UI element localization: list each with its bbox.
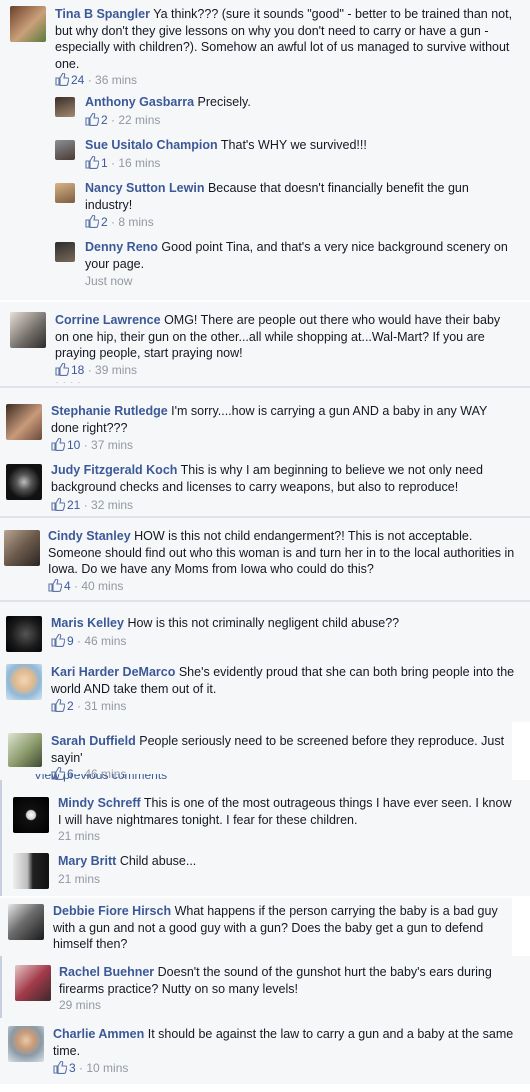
like-count[interactable]: 1 bbox=[101, 156, 108, 170]
comment-time[interactable]: 29 mins bbox=[59, 997, 101, 1013]
avatar[interactable] bbox=[6, 664, 42, 700]
commenter-name[interactable]: Charlie Ammen bbox=[53, 1027, 144, 1041]
comment-time[interactable]: 32 mins bbox=[91, 498, 133, 512]
comment-meta: 21 · 32 mins bbox=[51, 497, 133, 515]
like-count[interactable]: 18 bbox=[71, 363, 84, 377]
like-count[interactable]: 21 bbox=[67, 498, 80, 512]
comment-text: How is this not criminally negligent chi… bbox=[127, 616, 400, 630]
commenter-name[interactable]: Mary Britt bbox=[58, 854, 116, 868]
comment-meta: 2 · 22 mins bbox=[85, 112, 160, 130]
comment-meta: 1 · 16 mins bbox=[85, 155, 160, 173]
like-icon[interactable] bbox=[85, 214, 100, 232]
view-previous-comments-link[interactable]: View previous comments bbox=[34, 774, 194, 784]
like-icon[interactable] bbox=[85, 112, 100, 130]
like-count[interactable]: 9 bbox=[67, 634, 74, 648]
avatar[interactable] bbox=[55, 242, 75, 262]
comment-time[interactable]: 21 mins bbox=[58, 871, 100, 887]
commenter-name[interactable]: Kari Harder DeMarco bbox=[51, 665, 175, 679]
commenter-name[interactable]: Sue Usitalo Champion bbox=[85, 138, 218, 152]
comment-text: Child abuse... bbox=[119, 854, 197, 868]
comment-meta: 2 · 31 mins bbox=[51, 698, 126, 716]
comment-time[interactable]: 31 mins bbox=[84, 699, 126, 713]
comment-meta: 9 · 46 mins bbox=[51, 633, 126, 651]
avatar[interactable] bbox=[10, 6, 46, 42]
like-count[interactable]: 2 bbox=[67, 699, 74, 713]
like-icon[interactable] bbox=[53, 1060, 68, 1078]
comment-text: Precisely. bbox=[197, 95, 251, 109]
commenter-name[interactable]: Corrine Lawrence bbox=[55, 313, 161, 327]
comment-meta: 3 · 10 mins bbox=[53, 1060, 128, 1078]
like-count[interactable]: 24 bbox=[71, 73, 84, 87]
commenter-name[interactable]: Stephanie Rutledge bbox=[51, 404, 168, 418]
like-count[interactable]: 10 bbox=[67, 438, 80, 452]
like-icon[interactable] bbox=[55, 362, 70, 380]
comment-meta: 10 · 37 mins bbox=[51, 437, 133, 455]
comment-time[interactable]: 16 mins bbox=[118, 156, 160, 170]
commenter-name[interactable]: Anthony Gasbarra bbox=[85, 95, 194, 109]
commenter-name[interactable]: Maris Kelley bbox=[51, 616, 124, 630]
commenter-name[interactable]: Rachel Buehner bbox=[59, 965, 154, 979]
commenter-name[interactable]: Mindy Schreff bbox=[58, 796, 141, 810]
comment-time[interactable]: 37 mins bbox=[91, 438, 133, 452]
comment-time[interactable]: 21 mins bbox=[58, 828, 100, 844]
like-icon[interactable] bbox=[48, 578, 63, 596]
comment-time[interactable]: 40 mins bbox=[81, 579, 123, 593]
avatar[interactable] bbox=[10, 312, 46, 348]
comment-time[interactable]: 10 mins bbox=[86, 1061, 128, 1075]
avatar[interactable] bbox=[55, 97, 75, 117]
commenter-name[interactable]: Tina B Spangler bbox=[55, 7, 150, 21]
like-icon[interactable] bbox=[55, 72, 70, 90]
like-icon[interactable] bbox=[51, 497, 66, 515]
comment-time[interactable]: 22 mins bbox=[118, 113, 160, 127]
comment-time[interactable]: 46 mins bbox=[84, 634, 126, 648]
clipped-meta-fragment: · · · · bbox=[55, 382, 135, 388]
comment-text: That's WHY we survived!!! bbox=[220, 138, 367, 152]
comment-time[interactable]: 39 mins bbox=[95, 363, 137, 377]
like-count[interactable]: 2 bbox=[101, 113, 108, 127]
avatar[interactable] bbox=[15, 965, 51, 1001]
comment-time[interactable]: 8 mins bbox=[118, 215, 153, 229]
avatar[interactable] bbox=[13, 853, 49, 889]
comment-time[interactable]: 36 mins bbox=[95, 73, 137, 87]
avatar[interactable] bbox=[55, 183, 75, 203]
comment-time[interactable]: Just now bbox=[85, 273, 132, 289]
commenter-name[interactable]: Cindy Stanley bbox=[48, 529, 131, 543]
avatar[interactable] bbox=[4, 530, 40, 566]
commenter-name[interactable]: Nancy Sutton Lewin bbox=[85, 181, 204, 195]
comment-meta: 4 · 40 mins bbox=[48, 578, 123, 596]
avatar[interactable] bbox=[6, 404, 42, 440]
like-count[interactable]: 4 bbox=[64, 579, 71, 593]
avatar[interactable] bbox=[8, 1026, 44, 1062]
avatar[interactable] bbox=[55, 140, 75, 160]
like-icon[interactable] bbox=[51, 437, 66, 455]
commenter-name[interactable]: Judy Fitzgerald Koch bbox=[51, 463, 177, 477]
like-count[interactable]: 3 bbox=[69, 1061, 76, 1075]
like-icon[interactable] bbox=[85, 155, 100, 173]
like-icon[interactable] bbox=[51, 698, 66, 716]
commenter-name[interactable]: Denny Reno bbox=[85, 240, 158, 254]
like-count[interactable]: 2 bbox=[101, 215, 108, 229]
avatar[interactable] bbox=[8, 733, 42, 767]
comment-meta: 24 · 36 mins bbox=[55, 72, 137, 90]
comment-meta: 18 · 39 mins bbox=[55, 362, 137, 380]
like-icon[interactable] bbox=[51, 633, 66, 651]
avatar[interactable] bbox=[8, 904, 44, 940]
avatar[interactable] bbox=[6, 616, 42, 652]
comment-meta: 2 · 8 mins bbox=[85, 214, 154, 232]
commenter-name[interactable]: Sarah Duffield bbox=[51, 734, 136, 748]
avatar[interactable] bbox=[13, 797, 49, 833]
avatar[interactable] bbox=[6, 464, 42, 500]
commenter-name[interactable]: Debbie Fiore Hirsch bbox=[53, 904, 171, 918]
